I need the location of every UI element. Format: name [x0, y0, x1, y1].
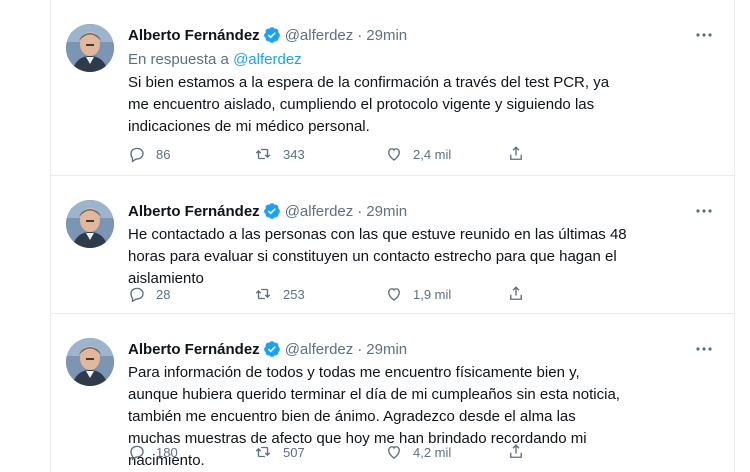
tweet-1[interactable]: Alberto Fernández @alferdez · 29min En r…: [51, 0, 734, 176]
tweet-actions: 28 253 1,9 mil: [128, 282, 547, 306]
verified-badge-icon: [263, 26, 281, 44]
tweet-text: He contactado a las personas con las que…: [128, 226, 627, 287]
like-count: 4,2 mil: [413, 444, 452, 460]
reply-bubble-icon: [130, 445, 144, 461]
retweet-icon: [255, 288, 271, 300]
like-button[interactable]: 2,4 mil: [385, 145, 507, 163]
share-icon: [510, 286, 522, 300]
heart-icon: [388, 288, 400, 301]
reply-context: En respuesta a @alferdez: [128, 50, 714, 70]
more-horizontal-icon[interactable]: [694, 26, 714, 44]
reply-button[interactable]: 180: [128, 443, 253, 461]
reply-count: 28: [156, 286, 171, 302]
separator-dot: ·: [357, 26, 363, 44]
author-handle[interactable]: @alferdez: [285, 203, 354, 220]
separator-dot: ·: [357, 202, 363, 220]
tweet-2[interactable]: Alberto Fernández @alferdez · 29min He c…: [51, 176, 734, 314]
share-icon: [510, 146, 522, 160]
tweet-header: Alberto Fernández @alferdez · 29min: [128, 338, 714, 360]
heart-icon: [388, 148, 400, 161]
like-count: 1,9 mil: [413, 286, 452, 302]
verified-badge-icon: [263, 340, 281, 358]
share-button[interactable]: [507, 285, 547, 303]
author-handle[interactable]: @alferdez: [285, 341, 354, 358]
avatar[interactable]: [66, 24, 114, 72]
more-horizontal-icon[interactable]: [694, 340, 714, 358]
tweet-timestamp[interactable]: 29min: [366, 203, 407, 220]
avatar[interactable]: [66, 200, 114, 248]
reply-button[interactable]: 28: [128, 285, 253, 303]
share-button[interactable]: [507, 443, 547, 461]
separator-dot: ·: [357, 340, 363, 358]
reply-bubble-icon: [130, 147, 144, 163]
author-name[interactable]: Alberto Fernández: [128, 27, 260, 44]
author-name[interactable]: Alberto Fernández: [128, 203, 260, 220]
tweet-content: Alberto Fernández @alferdez · 29min: [128, 200, 714, 290]
retweet-icon: [255, 148, 271, 160]
tweet-text: Si bien estamos a la espera de la confir…: [128, 74, 610, 135]
verified-badge-icon: [263, 202, 281, 220]
retweet-count: 507: [283, 444, 305, 460]
retweet-button[interactable]: 253: [253, 285, 385, 303]
reply-button[interactable]: 86: [128, 145, 253, 163]
tweet-actions: 86 343 2,4 mil: [128, 142, 547, 166]
like-count: 2,4 mil: [413, 146, 452, 162]
tweet-timestamp[interactable]: 29min: [366, 341, 407, 358]
tweet-actions: 180 507 4,2 mil: [128, 440, 547, 464]
tweet-thread: Alberto Fernández @alferdez · 29min En r…: [50, 0, 735, 472]
author-handle[interactable]: @alferdez: [285, 27, 354, 44]
reply-bubble-icon: [130, 287, 144, 303]
reply-prefix: En respuesta a: [128, 51, 229, 68]
tweet-content: Alberto Fernández @alferdez · 29min: [128, 24, 714, 138]
reply-count: 86: [156, 146, 171, 162]
tweet-3[interactable]: Alberto Fernández @alferdez · 29min Para…: [51, 314, 734, 472]
share-icon: [510, 444, 522, 458]
retweet-icon: [255, 446, 271, 458]
reply-to-handle-link[interactable]: @alferdez: [233, 51, 302, 68]
retweet-count: 253: [283, 286, 305, 302]
retweet-count: 343: [283, 146, 305, 162]
tweet-timestamp[interactable]: 29min: [366, 27, 407, 44]
like-button[interactable]: 1,9 mil: [385, 285, 507, 303]
heart-icon: [388, 446, 400, 459]
retweet-button[interactable]: 507: [253, 443, 385, 461]
author-name[interactable]: Alberto Fernández: [128, 341, 260, 358]
more-horizontal-icon[interactable]: [694, 202, 714, 220]
tweet-header: Alberto Fernández @alferdez · 29min: [128, 24, 714, 46]
share-button[interactable]: [507, 145, 547, 163]
reply-count: 180: [156, 444, 178, 460]
retweet-button[interactable]: 343: [253, 145, 385, 163]
like-button[interactable]: 4,2 mil: [385, 443, 507, 461]
avatar[interactable]: [66, 338, 114, 386]
tweet-header: Alberto Fernández @alferdez · 29min: [128, 200, 714, 222]
